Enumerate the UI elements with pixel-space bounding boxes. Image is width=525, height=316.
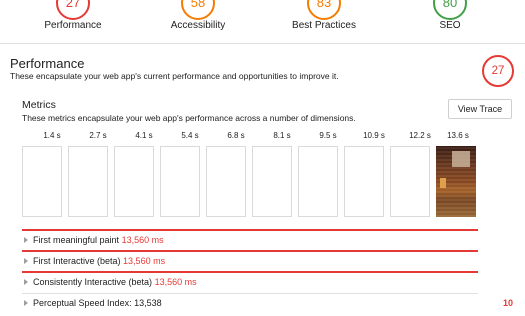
metric-score: 10	[503, 298, 514, 308]
filmstrip-frame	[390, 146, 430, 217]
timeline-label: 6.8 s	[227, 131, 245, 140]
view-trace-button[interactable]: View Trace	[448, 99, 512, 119]
filmstrip-frame	[22, 146, 62, 217]
metric-label: First Interactive (beta)	[33, 256, 121, 266]
gauge-label: Performance	[44, 20, 102, 31]
frame-sign-shape	[452, 151, 470, 167]
gauge-ring: 27	[56, 0, 90, 20]
metric-value: 13,560 ms	[154, 277, 197, 287]
filmstrip-frame	[298, 146, 338, 217]
expand-arrow-icon[interactable]	[24, 299, 28, 306]
metric-value: 13,560 ms	[121, 235, 164, 245]
metrics-title: Metrics	[22, 99, 56, 111]
timeline-label: 8.1 s	[273, 131, 291, 140]
filmstrip-frame	[206, 146, 246, 217]
timeline-label: 1.4 s	[43, 131, 61, 140]
category-description: These encapsulate your web app's current…	[10, 71, 339, 81]
filmstrip-frame	[344, 146, 384, 217]
expand-arrow-icon[interactable]	[24, 257, 28, 264]
metric-label: Consistently Interactive (beta)	[33, 277, 153, 287]
timeline-label: 4.1 s	[135, 131, 153, 140]
expand-arrow-icon[interactable]	[24, 236, 28, 243]
timeline-label: 2.7 s	[89, 131, 107, 140]
timeline-label: 13.6 s	[447, 131, 469, 140]
timeline-label: 12.2 s	[409, 131, 431, 140]
category-score-badge: 27	[482, 55, 514, 87]
frame-lamp-shape	[440, 178, 446, 188]
metric-label: First meaningful paint	[33, 235, 120, 245]
gauge-label: Best Practices	[292, 20, 356, 31]
gauge-label: SEO	[439, 20, 461, 31]
gauge-ring: 83	[307, 0, 341, 20]
metric-label: Perceptual Speed Index:	[33, 298, 132, 308]
filmstrip-frame	[114, 146, 154, 217]
category-title: Performance	[10, 56, 85, 71]
timeline-label: 10.9 s	[363, 131, 385, 140]
timeline-label: 9.5 s	[319, 131, 337, 140]
metric-value: 13,560 ms	[123, 256, 166, 266]
gauge-label: Accessibility	[170, 20, 226, 31]
metric-row-perceptual-speed-index[interactable]: Perceptual Speed Index: 13,538	[22, 293, 478, 316]
expand-arrow-icon[interactable]	[24, 278, 28, 285]
metric-row-consistently-interactive[interactable]: Consistently Interactive (beta) 13,560 m…	[22, 271, 478, 295]
filmstrip-frame	[160, 146, 200, 217]
gauge-ring: 80	[433, 0, 467, 20]
metric-value: 13,538	[134, 298, 162, 308]
category-gauges: 27 Performance 58 Accessibility 83 Best …	[0, 0, 525, 44]
timeline-label: 5.4 s	[181, 131, 199, 140]
metrics-description: These metrics encapsulate your web app's…	[22, 113, 356, 123]
filmstrip-frame	[68, 146, 108, 217]
section-divider	[0, 43, 525, 44]
gauge-ring: 58	[181, 0, 215, 20]
filmstrip-frame	[252, 146, 292, 217]
filmstrip-frame-painted	[436, 146, 476, 217]
